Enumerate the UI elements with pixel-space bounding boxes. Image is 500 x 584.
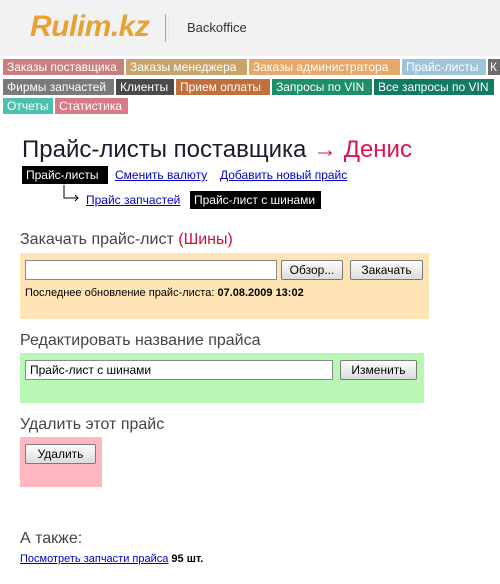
tree-connector-icon <box>63 185 79 202</box>
site-logo[interactable]: Rulim.kz <box>30 10 150 44</box>
header-subtitle: Backoffice <box>187 20 247 35</box>
add-price-link[interactable]: Добавить новый прайс <box>220 168 347 182</box>
main-nav-row-3: Отчеты Статистика <box>0 98 500 114</box>
upload-panel: Обзор... Закачать Последнее обновление п… <box>20 253 429 319</box>
last-update-value: 07.08.2009 13:02 <box>217 287 304 299</box>
supplier-name: Денис <box>343 136 412 163</box>
tab-tires-price[interactable]: Прайс-лист с шинами <box>190 191 321 209</box>
delete-button[interactable]: Удалить <box>25 444 96 464</box>
price-name-field[interactable]: Прайс-лист с шинами <box>25 360 333 380</box>
nav-payment[interactable]: Прием оплаты <box>176 79 270 95</box>
rename-section-title: Редактировать название прайса <box>20 332 261 349</box>
also-links: Посмотреть запчасти прайса 95 шт. <box>20 553 203 565</box>
tab-price-lists[interactable]: Прайс-листы <box>22 166 108 184</box>
page-title-text: Прайс-листы поставщика <box>22 136 307 163</box>
nav-reports[interactable]: Отчеты <box>3 98 53 114</box>
header-divider <box>165 14 166 42</box>
nav-overflow-item[interactable]: К <box>488 59 500 75</box>
nav-supplier-orders[interactable]: Заказы поставщика <box>3 59 124 75</box>
parts-price-link[interactable]: Прайс запчастей <box>86 193 180 207</box>
last-update-label: Последнее обновление прайс-листа: <box>25 287 215 299</box>
last-update-info: Последнее обновление прайс-листа: 07.08.… <box>25 287 304 299</box>
delete-panel: Удалить <box>20 437 102 487</box>
browse-button[interactable]: Обзор... <box>281 260 343 280</box>
header: Rulim.kz Backoffice <box>0 0 500 56</box>
upload-section-title: Закачать прайс-лист (Шины) <box>20 231 233 249</box>
file-path-field[interactable] <box>25 260 277 280</box>
rename-panel: Прайс-лист с шинами Изменить <box>20 353 424 403</box>
upload-title-highlight: (Шины) <box>178 231 233 248</box>
nav-part-firms[interactable]: Фирмы запчастей <box>3 79 114 95</box>
main-nav-row-2: Фирмы запчастей Клиенты Прием оплаты Зап… <box>0 79 500 95</box>
nav-price-lists[interactable]: Прайс-листы <box>402 59 486 75</box>
nav-statistics[interactable]: Статистика <box>55 98 128 114</box>
title-arrow: → <box>313 136 338 163</box>
page-title: Прайс-листы поставщика → Денис <box>22 136 412 164</box>
upload-title-text: Закачать прайс-лист <box>20 231 174 248</box>
upload-button[interactable]: Закачать <box>350 260 423 280</box>
main-nav-row-1: Заказы поставщика Заказы менеджера Заказ… <box>0 59 500 75</box>
header-divider-highlight <box>168 14 169 42</box>
delete-section-title: Удалить этот прайс <box>20 416 165 433</box>
change-currency-link[interactable]: Сменить валюту <box>115 168 207 182</box>
nav-admin-orders[interactable]: Заказы администратора <box>249 59 400 75</box>
nav-vin-requests[interactable]: Запросы по VIN <box>272 79 372 95</box>
parts-count: 95 шт. <box>171 553 204 565</box>
also-section-title: А также: <box>20 530 83 547</box>
view-parts-link[interactable]: Посмотреть запчасти прайса <box>20 553 168 565</box>
nav-clients[interactable]: Клиенты <box>116 79 174 95</box>
nav-manager-orders[interactable]: Заказы менеджера <box>126 59 247 75</box>
rename-submit-button[interactable]: Изменить <box>340 360 417 380</box>
nav-all-vin-requests[interactable]: Все запросы по VIN <box>374 79 494 95</box>
